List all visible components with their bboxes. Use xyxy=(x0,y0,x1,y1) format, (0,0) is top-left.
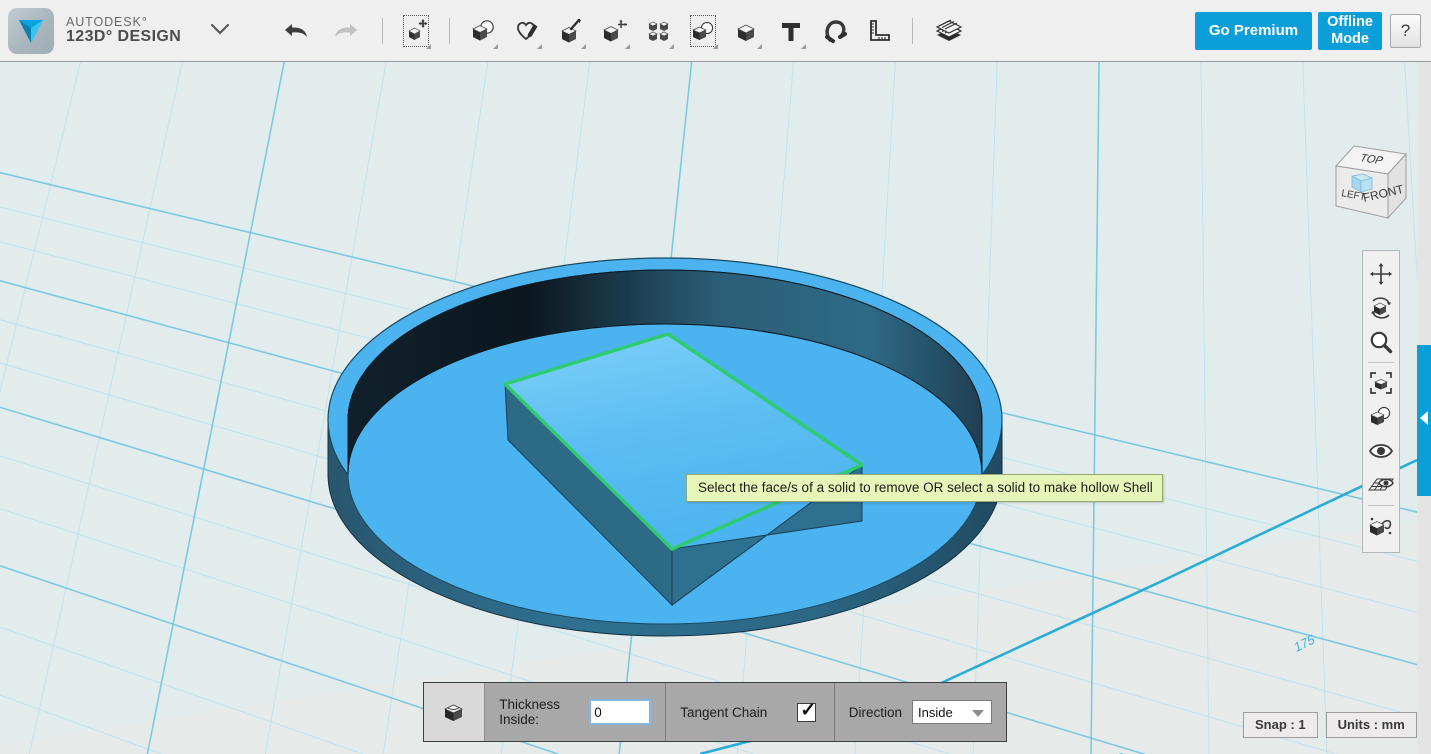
navigation-toolbar xyxy=(1362,250,1400,553)
tangent-chain-checkbox[interactable]: ✓ xyxy=(797,703,816,722)
model-shell-cylinder-with-box[interactable] xyxy=(0,62,1417,754)
nav-divider xyxy=(1368,505,1394,506)
collapse-right-panel-tab[interactable] xyxy=(1417,345,1431,496)
primitives-cube-sphere-icon xyxy=(469,18,497,44)
zoom-magnifier-icon xyxy=(1369,330,1393,354)
redo-button[interactable] xyxy=(326,11,366,51)
thickness-label: Thickness Inside: xyxy=(499,697,579,727)
primitives-button[interactable] xyxy=(466,11,500,51)
dropdown-caret-icon xyxy=(801,44,806,49)
dropdown-caret-icon xyxy=(581,44,586,49)
status-bar: Snap : 1 Units : mm xyxy=(1243,712,1417,738)
material-paint-cube-icon xyxy=(1368,514,1394,538)
orbit-cube-rotate-icon xyxy=(1368,295,1394,321)
thickness-input[interactable] xyxy=(589,699,651,725)
dropdown-caret-icon xyxy=(537,44,542,49)
pattern-button[interactable] xyxy=(642,11,676,51)
chevron-down-icon[interactable] xyxy=(211,22,229,39)
pan-tool-button[interactable] xyxy=(1365,257,1397,291)
go-premium-button[interactable]: Go Premium xyxy=(1195,12,1312,50)
toolbar-separator xyxy=(449,18,450,44)
brand-vendor: AUTODESK° xyxy=(66,16,181,29)
triangle-left-icon xyxy=(1420,411,1428,425)
main-tool-group xyxy=(271,11,974,51)
offline-mode-button[interactable]: Offline Mode xyxy=(1318,12,1382,50)
tangent-chain-label: Tangent Chain xyxy=(680,705,767,720)
chevron-down-icon xyxy=(972,710,984,717)
logo-v-glyph xyxy=(17,17,45,45)
shell-options-bar: Thickness Inside: Tangent Chain ✓ Direct… xyxy=(423,682,1007,742)
help-button[interactable]: ? xyxy=(1390,14,1421,48)
dropdown-caret-icon xyxy=(713,44,718,49)
visibility-eye-icon xyxy=(1368,441,1394,461)
combine-cube-icon xyxy=(734,18,760,44)
grouping-button[interactable] xyxy=(686,11,720,51)
direction-segment: Direction Inside xyxy=(835,683,1006,741)
autodesk-123d-logo-icon xyxy=(8,8,54,54)
snap-magnet-icon xyxy=(822,18,848,44)
toolbar-separator xyxy=(912,18,913,44)
grid-display-tool-button[interactable] xyxy=(1365,468,1397,502)
dropdown-caret-icon xyxy=(669,44,674,49)
visibility-tool-button[interactable] xyxy=(1365,434,1397,468)
grid-eye-icon xyxy=(1368,474,1394,496)
units-status[interactable]: Units : mm xyxy=(1326,712,1417,738)
redo-arrow-icon xyxy=(332,20,360,42)
view-cube[interactable]: TOP LEFT FRONT xyxy=(1316,140,1417,228)
undo-button[interactable] xyxy=(276,11,316,51)
offline-mode-line2: Mode xyxy=(1331,31,1369,47)
transform-button[interactable] xyxy=(399,11,433,51)
materials-button[interactable] xyxy=(929,11,969,51)
tangent-chain-segment: Tangent Chain ✓ xyxy=(666,683,835,741)
snap-button[interactable] xyxy=(818,11,852,51)
transform-move-cube-icon xyxy=(403,18,429,44)
measure-button[interactable] xyxy=(862,11,896,51)
brand-area[interactable]: AUTODESK° 123D° DESIGN xyxy=(0,8,229,54)
undo-arrow-icon xyxy=(282,20,310,42)
dropdown-caret-icon xyxy=(426,44,431,49)
dropdown-caret-icon xyxy=(625,44,630,49)
fit-tool-button[interactable] xyxy=(1365,366,1397,400)
dropdown-caret-icon xyxy=(493,44,498,49)
header-actions: Go Premium Offline Mode ? xyxy=(1195,12,1431,50)
direction-value: Inside xyxy=(918,705,953,720)
scrollbar-track-bottom[interactable] xyxy=(1417,496,1431,754)
snap-status[interactable]: Snap : 1 xyxy=(1243,712,1318,738)
tooltip: Select the face/s of a solid to remove O… xyxy=(686,474,1163,502)
grouping-cube-sphere-icon xyxy=(689,18,717,44)
thickness-segment: Thickness Inside: xyxy=(485,683,666,741)
measure-ruler-icon xyxy=(866,18,892,44)
pattern-four-cubes-icon xyxy=(646,18,672,44)
dropdown-caret-icon xyxy=(757,44,762,49)
brand-text: AUTODESK° 123D° DESIGN xyxy=(66,16,181,46)
text-t-icon xyxy=(778,18,804,44)
nav-divider xyxy=(1368,362,1394,363)
offline-mode-line1: Offline xyxy=(1327,14,1373,30)
hide-show-tool-button[interactable] xyxy=(1365,400,1397,434)
top-toolbar: AUTODESK° 123D° DESIGN xyxy=(0,0,1431,62)
scrollbar-track-top[interactable] xyxy=(1417,62,1431,345)
checkmark-icon: ✓ xyxy=(800,701,816,720)
text-button[interactable] xyxy=(774,11,808,51)
fit-cube-brackets-icon xyxy=(1369,371,1393,395)
construct-extrude-icon xyxy=(558,18,584,44)
combine-button[interactable] xyxy=(730,11,764,51)
modify-button[interactable] xyxy=(598,11,632,51)
orbit-tool-button[interactable] xyxy=(1365,291,1397,325)
zoom-tool-button[interactable] xyxy=(1365,325,1397,359)
modify-cube-arrows-icon xyxy=(601,18,629,44)
materials-stack-icon xyxy=(933,18,965,44)
direction-label: Direction xyxy=(849,705,902,720)
sketch-button[interactable] xyxy=(510,11,544,51)
direction-dropdown[interactable]: Inside xyxy=(912,700,992,724)
sketch-pencil-heart-icon xyxy=(514,18,540,44)
toolbar-separator xyxy=(382,18,383,44)
hide-show-cube-sphere-icon xyxy=(1368,405,1394,429)
3d-viewport[interactable]: 175 200 xyxy=(0,62,1417,754)
material-paint-tool-button[interactable] xyxy=(1365,509,1397,543)
shell-cube-icon xyxy=(424,683,485,741)
brand-product: 123D° DESIGN xyxy=(66,29,181,46)
construct-button[interactable] xyxy=(554,11,588,51)
pan-four-arrows-icon xyxy=(1369,262,1393,286)
